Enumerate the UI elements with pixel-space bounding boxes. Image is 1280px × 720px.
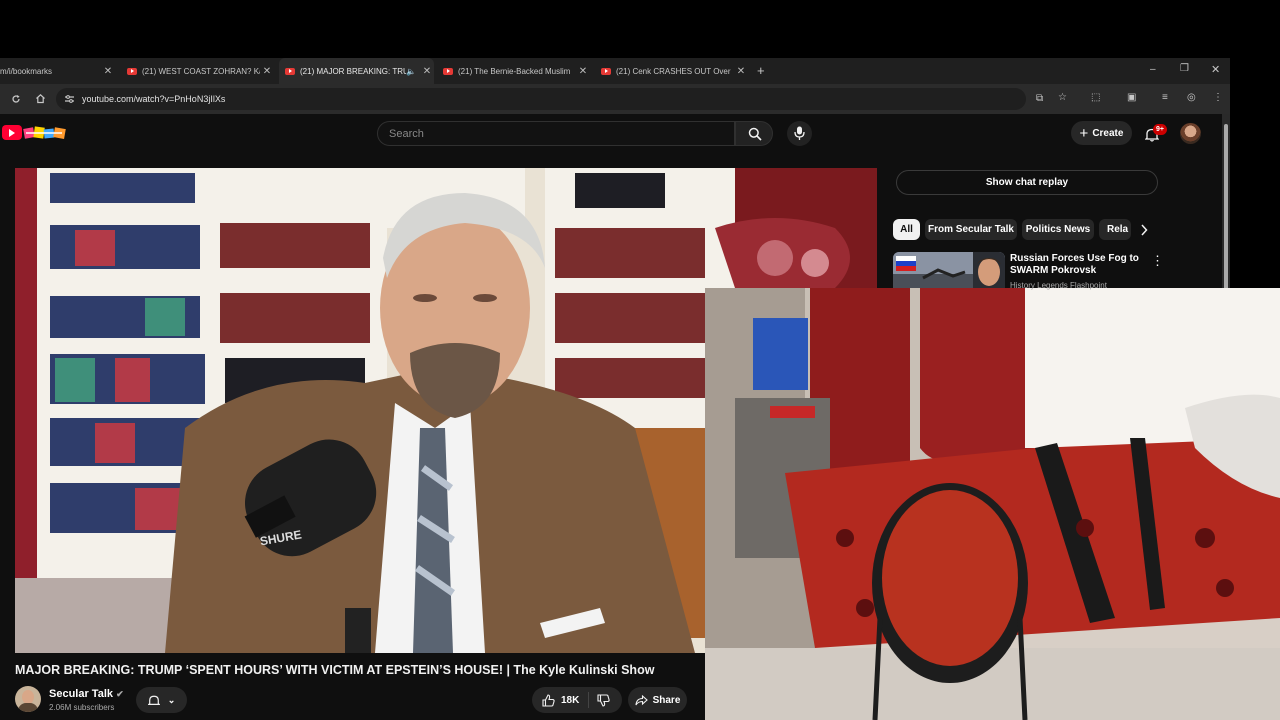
tab-title: m/i/bookmarks: [0, 66, 53, 76]
tab-title: (21) WEST COAST ZOHRAN? Ka: [142, 66, 260, 76]
like-dislike-group: 18K: [532, 687, 622, 713]
microphone-icon: [794, 126, 805, 140]
close-icon[interactable]: ✕: [576, 66, 590, 77]
tab-title: (21) MAJOR BREAKING: TRU: [300, 66, 407, 76]
thumbs-up-icon: [542, 693, 555, 707]
voice-search-button[interactable]: [787, 121, 812, 146]
minimize-icon[interactable]: –: [1150, 64, 1156, 75]
tab-major-breaking[interactable]: (21) MAJOR BREAKING: TRU 🔈 ✕: [279, 58, 434, 84]
channel-avatar[interactable]: [15, 686, 41, 712]
chip-label: Politics News: [1025, 224, 1091, 235]
share-label: Share: [652, 694, 681, 706]
avatar[interactable]: [1180, 123, 1201, 144]
youtube-logo-icon[interactable]: [2, 125, 22, 140]
cast-icon[interactable]: ⧉: [1036, 93, 1043, 104]
new-tab-icon[interactable]: +: [757, 63, 765, 78]
subscriber-count: 2.06M subscribers: [49, 703, 115, 712]
like-count: 18K: [561, 694, 580, 706]
webcam-frame: [705, 288, 1280, 720]
verified-icon: ✔: [116, 689, 124, 699]
share-button[interactable]: Share: [628, 687, 687, 713]
youtube-favicon-icon: [285, 67, 295, 75]
chip-label: Rela: [1107, 224, 1129, 235]
share-icon: [635, 694, 648, 705]
webcam-overlay: [705, 288, 1280, 720]
home-icon[interactable]: [35, 93, 46, 104]
tab-west-coast-zohran[interactable]: (21) WEST COAST ZOHRAN? Ka ✕: [124, 58, 274, 84]
close-icon[interactable]: ✕: [101, 66, 115, 77]
doodle-logo-icon[interactable]: [22, 124, 68, 142]
thumbs-down-icon[interactable]: [597, 693, 610, 707]
chip-label: From Secular Talk: [928, 224, 1014, 235]
close-icon[interactable]: ✕: [260, 66, 274, 77]
site-info-icon[interactable]: [64, 94, 75, 104]
search-button[interactable]: [735, 121, 773, 146]
more-options-icon[interactable]: ⋮: [1151, 253, 1164, 269]
show-chat-replay-button[interactable]: Show chat replay: [896, 170, 1158, 195]
chip-politics-news[interactable]: Politics News: [1022, 219, 1094, 240]
screen-top-black-bar: [0, 0, 1280, 58]
channel-name-text: Secular Talk: [49, 688, 113, 700]
youtube-favicon-icon: [127, 67, 137, 75]
chevron-right-icon[interactable]: [1140, 224, 1148, 236]
star-icon[interactable]: ☆: [1058, 92, 1067, 103]
like-button[interactable]: 18K: [532, 692, 589, 708]
thumbnail-image: [893, 252, 1005, 288]
search-input[interactable]: Search: [377, 121, 735, 146]
tab-title: (21) Cenk CRASHES OUT Over: [616, 66, 731, 76]
recommendation-channel: History Legends Flashpoint: [1010, 281, 1107, 290]
tab-cenk-crashes[interactable]: (21) Cenk CRASHES OUT Over ✕: [598, 58, 748, 84]
restore-icon[interactable]: ❐: [1180, 63, 1189, 74]
recommendation-title[interactable]: Russian Forces Use Fog to SWARM Pokrovsk: [1010, 253, 1140, 277]
url-text: youtube.com/watch?v=PnHoN3jIlXs: [82, 94, 226, 104]
notification-bell-button[interactable]: ⌄: [136, 687, 187, 713]
youtube-favicon-icon: [443, 67, 453, 75]
chip-all[interactable]: All: [893, 219, 920, 240]
tab-bookmarks[interactable]: m/i/bookmarks ✕: [0, 58, 115, 84]
notification-count: 9+: [1156, 126, 1164, 133]
chat-replay-label: Show chat replay: [985, 177, 1069, 188]
media-icon[interactable]: ≡: [1162, 92, 1168, 103]
tab-title: (21) The Bernie-Backed Muslim: [458, 66, 571, 76]
browser-tab-strip: m/i/bookmarks ✕ (21) WEST COAST ZOHRAN? …: [0, 58, 1230, 84]
window-close-icon[interactable]: ✕: [1211, 63, 1220, 76]
menu-icon[interactable]: ⋮: [1213, 92, 1223, 103]
sidepanel-icon[interactable]: ▣: [1127, 92, 1136, 103]
chevron-down-icon: ⌄: [167, 694, 176, 705]
recommendation-thumbnail[interactable]: [893, 252, 1005, 288]
tab-bernie-backed[interactable]: (21) The Bernie-Backed Muslim ✕: [440, 58, 590, 84]
chip-label: All: [900, 224, 913, 235]
close-icon[interactable]: ✕: [420, 66, 434, 77]
reload-icon[interactable]: [11, 94, 21, 104]
speaker-icon[interactable]: 🔈: [406, 67, 416, 76]
video-title: MAJOR BREAKING: TRUMP ‘SPENT HOURS’ WITH…: [15, 663, 655, 677]
chip-from-secular-talk[interactable]: From Secular Talk: [925, 219, 1017, 240]
create-button[interactable]: + Create: [1071, 121, 1132, 145]
notification-badge: 9+: [1153, 124, 1167, 135]
channel-name[interactable]: Secular Talk ✔: [49, 688, 124, 700]
create-label: Create: [1092, 127, 1124, 139]
bell-icon: [147, 695, 160, 705]
chip-related[interactable]: Rela: [1099, 219, 1131, 240]
youtube-favicon-icon: [601, 67, 611, 75]
plus-icon: +: [1079, 124, 1089, 142]
profile-icon[interactable]: ◎: [1187, 92, 1196, 103]
close-icon[interactable]: ✕: [734, 66, 748, 77]
url-bar[interactable]: youtube.com/watch?v=PnHoN3jIlXs: [56, 88, 1026, 110]
search-placeholder: Search: [389, 127, 424, 140]
extensions-icon[interactable]: ⬚: [1091, 92, 1100, 103]
search-icon: [748, 127, 762, 141]
